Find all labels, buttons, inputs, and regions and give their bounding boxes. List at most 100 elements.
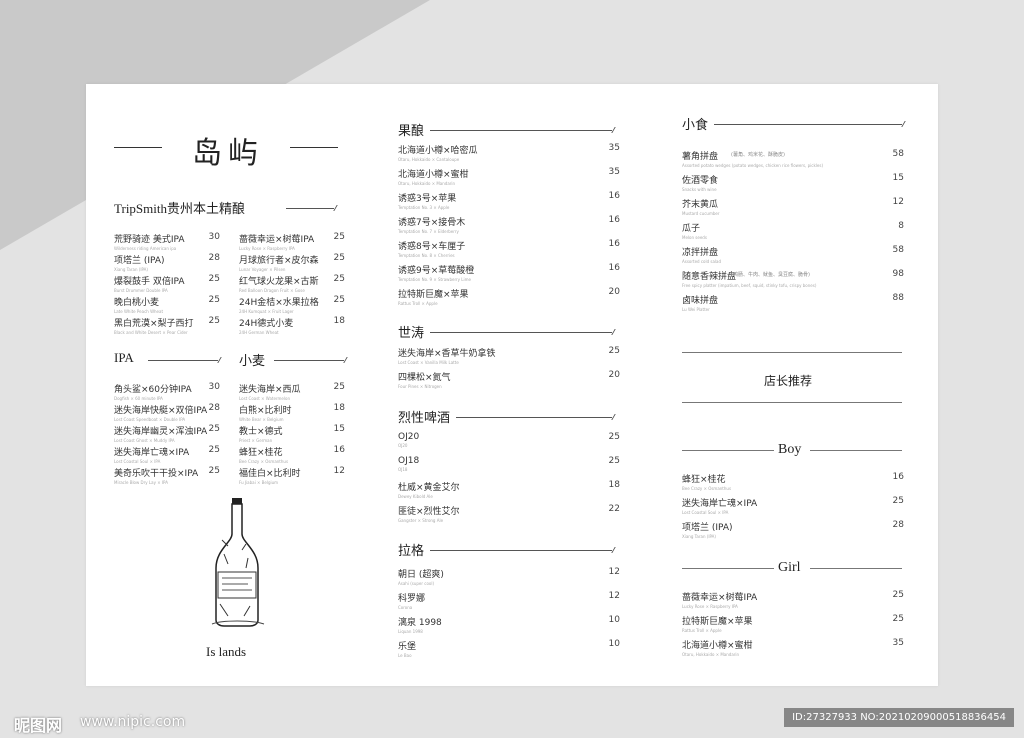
menu-item-name: 红气球火龙果×古斯 xyxy=(239,277,319,287)
menu-item-name: 乐堡 xyxy=(398,642,417,652)
menu-item-tag: (薯角、鸡米花、酥脆皮) xyxy=(731,152,785,158)
menu-item-price: 12 xyxy=(608,591,620,601)
menu-item-subtitle: White Bear × Belgium xyxy=(239,417,284,422)
menu-item-price: 25 xyxy=(892,614,904,624)
menu-item: 芥末黄瓜 Mustard cucumber 12 xyxy=(682,197,904,216)
menu-item-name: 白熊×比利时 xyxy=(239,406,292,416)
menu-item-price: 20 xyxy=(608,287,620,297)
menu-item-price: 8 xyxy=(898,221,904,231)
menu-item-name: 瓜子 xyxy=(682,224,701,234)
menu-item: 红气球火龙果×古斯 Red Balloon Dragon Fruit × Gose… xyxy=(239,274,345,293)
menu-item: 福佳白×比利时 Fu Jiabai × Belgium 12 xyxy=(239,466,345,485)
menu-item-name: 24H金桔×水果拉格 xyxy=(239,298,319,308)
menu-item-name: 诱惑7号×接骨木 xyxy=(398,218,466,228)
menu-item-name: 匪徒×烈性艾尔 xyxy=(398,507,460,517)
menu-item-name: 卤味拼盘 xyxy=(682,296,719,306)
menu-item-name: 黑白荒漠×梨子西打 xyxy=(114,319,194,329)
menu-item: 爆裂鼓手 双倍IPA Burst Drummer Double IPA 25 xyxy=(114,274,220,293)
menu-item-price: 28 xyxy=(208,403,220,413)
menu-item-subtitle: Lucky Rose × Raspberry IPA xyxy=(682,604,738,609)
section-title-stout: 世涛 xyxy=(398,326,425,341)
menu-item: 蔷薇幸运×树莓IPA Lucky Rose × Raspberry IPA 25 xyxy=(239,232,345,251)
menu-item: 迷失海岸×西瓜 Lost Coast × Watermelon 25 xyxy=(239,382,345,401)
menu-item-price: 16 xyxy=(608,239,620,249)
menu-item: 佐酒零食 Snacks with wine 15 xyxy=(682,173,904,192)
menu-item-name: 教士×德式 xyxy=(239,427,283,437)
menu-item: 朝日 (超爽) Asahi (super cool) 12 xyxy=(398,567,620,586)
menu-item-name: 凉拌拼盘 xyxy=(682,248,719,258)
menu-item-name: 诱惑9号×草莓酸橙 xyxy=(398,266,475,276)
menu-item-price: 22 xyxy=(608,504,620,514)
menu-item: 蔷薇幸运×树莓IPA Lucky Rose × Raspberry IPA 25 xyxy=(682,590,904,609)
menu-item-price: 28 xyxy=(892,520,904,530)
menu-item-subtitle: Assorted potato wedges (potato wedges, c… xyxy=(682,163,824,168)
divider-line xyxy=(682,402,902,403)
section-title-wheat: 小麦 xyxy=(239,354,266,369)
divider-line xyxy=(810,568,902,569)
menu-item-price: 98 xyxy=(892,269,904,279)
menu-item: 迷失海岸×香草牛奶拿铁 Lost Coast × Vanilla Milk Lat… xyxy=(398,346,620,365)
menu-item-price: 12 xyxy=(892,197,904,207)
menu-item-subtitle: Priest × German xyxy=(239,438,273,443)
menu-item: 匪徒×烈性艾尔 Gangster × Strong Ale 22 xyxy=(398,504,620,523)
menu-item: 四棵松×氮气 Four Pines × Nitrogen 20 xyxy=(398,370,620,389)
menu-item-price: 25 xyxy=(333,232,345,242)
menu-item-price: 25 xyxy=(208,424,220,434)
menu-item-subtitle: Liquan 1998 xyxy=(398,629,423,634)
menu-item-price: 25 xyxy=(208,274,220,284)
section-title-strong: 烈性啤酒 xyxy=(398,411,451,426)
menu-item-subtitle: Gangster × Strong Ale xyxy=(398,518,444,523)
section-underline xyxy=(148,360,218,361)
section-underline xyxy=(430,550,612,551)
menu-item-price: 58 xyxy=(892,245,904,255)
menu-item: 荒野骑迹 美式IPA Wilderness riding American ipa… xyxy=(114,232,220,251)
menu-item-name: 诱惑3号×苹果 xyxy=(398,194,457,204)
menu-item-name: 爆裂鼓手 双倍IPA xyxy=(114,277,185,287)
menu-item-price: 16 xyxy=(333,445,345,455)
menu-item: 项塔兰 (IPA) Xiang Taran (IPA) 28 xyxy=(682,520,904,539)
menu-item-name: OJ18 xyxy=(398,456,420,466)
menu-item-name: 科罗娜 xyxy=(398,594,426,604)
menu-item-subtitle: OJ18 xyxy=(398,467,408,472)
section-underline xyxy=(286,208,334,209)
menu-item-price: 18 xyxy=(333,403,345,413)
menu-item-name: 迷失海岸×西瓜 xyxy=(239,385,301,395)
menu-item: 诱惑9号×草莓酸橙 Temptation No. 9 × Strawberry L… xyxy=(398,263,620,282)
menu-item-subtitle: Temptation No. 3 × Apple xyxy=(398,205,450,210)
watermark-url: www.nipic.com xyxy=(80,714,186,730)
menu-item-subtitle: Rattus Troll × Apple xyxy=(682,628,722,633)
menu-item-name: 项塔兰 (IPA) xyxy=(114,256,165,266)
menu-item: 美奇乐吹干干投×IPA Miracle Blow Dry Lay × IPA 25 xyxy=(114,466,220,485)
menu-item-subtitle: Miracle Blow Dry Lay × IPA xyxy=(114,480,168,485)
menu-item: 月球旅行者×皮尔森 Lunar Voyager × Pilsen 25 xyxy=(239,253,345,272)
menu-item: 迷失海岸亡魂×IPA Lost Coastal Soul × IPA 25 xyxy=(682,496,904,515)
menu-item-name: 迷失海岸×香草牛奶拿铁 xyxy=(398,349,496,359)
menu-item: 白熊×比利时 White Bear × Belgium 18 xyxy=(239,403,345,422)
menu-item-price: 12 xyxy=(333,466,345,476)
logo-left-line xyxy=(114,147,162,148)
menu-item-name: 诱惑8号×车厘子 xyxy=(398,242,466,252)
logo: 岛屿 xyxy=(114,128,338,171)
menu-item-price: 25 xyxy=(208,445,220,455)
section-title-snacks: 小食 xyxy=(682,118,709,133)
menu-item-subtitle: Lost Coast Ghost × Muddy IPA xyxy=(114,438,175,443)
menu-item-name: 晚白桃小麦 xyxy=(114,298,160,308)
menu-item-name: 迷失海岸亡魂×IPA xyxy=(682,499,758,509)
menu-item-name: 蔷薇幸运×树莓IPA xyxy=(682,593,758,603)
menu-item-subtitle: 24H Kumquat × Fruit Lager xyxy=(239,309,294,314)
menu-item-name: 月球旅行者×皮尔森 xyxy=(239,256,319,266)
section-underline xyxy=(430,130,612,131)
menu-item-name: 拉特斯巨魔×苹果 xyxy=(682,617,753,627)
menu-item: 迷失海岸幽灵×浑浊IPA Lost Coast Ghost × Muddy IPA… xyxy=(114,424,220,443)
menu-item-subtitle: Otaru, Hokkaido × Mandarin xyxy=(682,652,740,657)
menu-item-name: 迷失海岸快艇×双倍IPA xyxy=(114,406,208,416)
section-title-ipa: IPA xyxy=(114,350,134,365)
divider-line xyxy=(682,568,774,569)
menu-item-price: 16 xyxy=(608,263,620,273)
menu-item: 蜂狂×桂花 Bee Crazy × Osmanthus 16 xyxy=(239,445,345,464)
menu-item-name: 美奇乐吹干干投×IPA xyxy=(114,469,199,479)
menu-item-subtitle: Dogfish × 60 minute IPA xyxy=(114,396,163,401)
menu-item-price: 30 xyxy=(208,382,220,392)
menu-item-price: 16 xyxy=(892,472,904,482)
section-title-boy: Boy xyxy=(778,442,802,457)
